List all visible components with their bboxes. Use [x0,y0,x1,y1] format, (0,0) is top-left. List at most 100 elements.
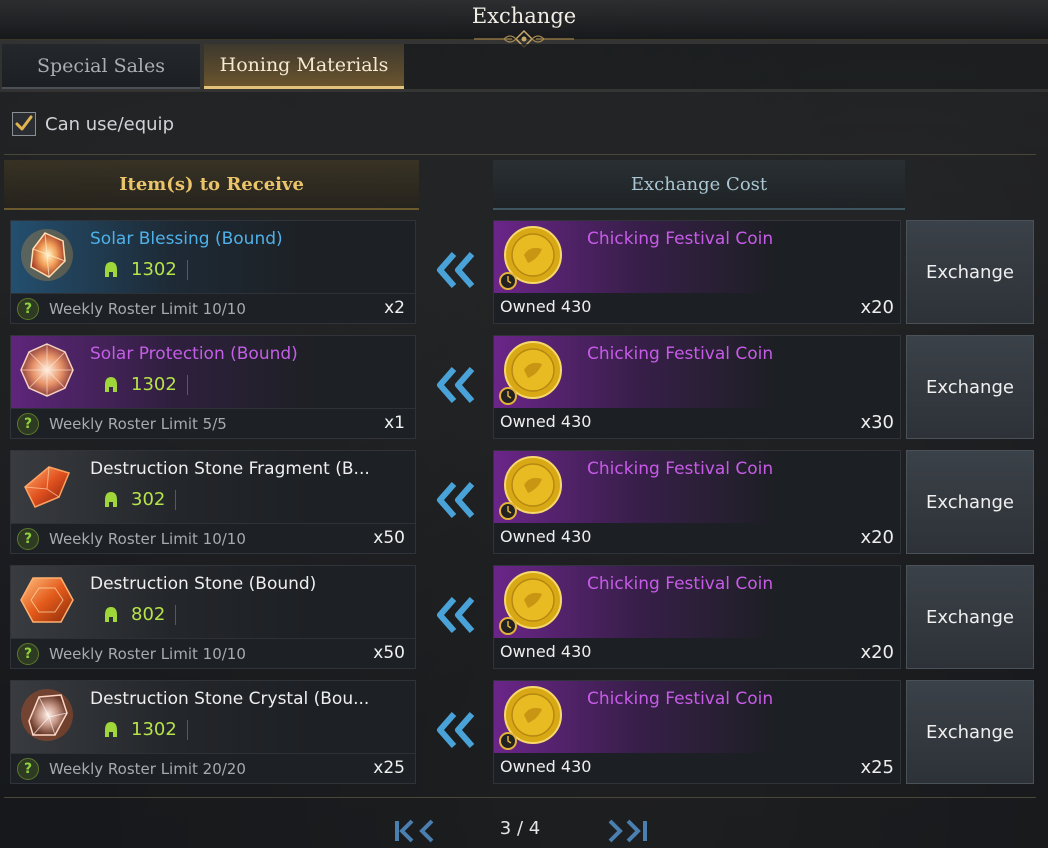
exchange-button[interactable]: Exchange [906,220,1034,324]
window-title: Exchange [471,4,577,28]
exchange-row: Destruction Stone Fragment (B... 302 ? W… [0,450,1048,554]
divider-top [4,154,1036,155]
receive-quantity: x1 [384,413,405,433]
divider-bottom [4,797,1036,798]
weekly-roster-limit: Weekly Roster Limit 10/10 [49,645,246,663]
exchange-cost-card: Chicking Festival Coin Owned 430 x25 [493,680,901,784]
title-bar: Exchange [0,0,1048,48]
item-level: 1302 [103,719,188,740]
item-level: 1302 [103,259,188,280]
cost-quantity: x20 [860,642,894,663]
item-level-value: 1302 [131,259,177,280]
receive-quantity: x25 [373,758,405,778]
weekly-roster-limit: Weekly Roster Limit 10/10 [49,530,246,548]
cost-item-name: Chicking Festival Coin [587,689,774,709]
can-use-checkbox[interactable] [12,112,36,136]
cost-quantity: x20 [860,297,894,318]
chicking-festival-coin-icon [499,341,562,405]
header-exchange-cost: Exchange Cost [493,160,905,210]
item-name: Destruction Stone Fragment (B... [90,459,370,479]
exchange-button[interactable]: Exchange [906,680,1034,784]
owned-count: Owned 430 [500,642,592,661]
chicking-festival-coin-icon [499,571,562,635]
tab-honing-materials[interactable]: Honing Materials [204,44,404,89]
receive-quantity: x50 [373,643,405,663]
cost-item-name: Chicking Festival Coin [587,229,774,249]
weekly-roster-limit: Weekly Roster Limit 10/10 [49,300,246,318]
tab-special-sales[interactable]: Special Sales [2,44,200,89]
item-level: 1302 [103,374,188,395]
double-chevron-left-icon [437,252,475,288]
exchange-row: Destruction Stone Crystal (Bou... 1302 ?… [0,680,1048,784]
cost-quantity: x30 [860,412,894,433]
last-page-icon[interactable] [604,818,648,844]
help-icon[interactable]: ? [17,413,39,435]
cost-item-name: Chicking Festival Coin [587,459,774,479]
weekly-roster-limit: Weekly Roster Limit 20/20 [49,760,246,778]
owned-count: Owned 430 [500,297,592,316]
exchange-cost-card: Chicking Festival Coin Owned 430 x20 [493,450,901,554]
owned-count: Owned 430 [500,757,592,776]
pagination: 3 / 4 [0,812,1048,848]
cost-item-name: Chicking Festival Coin [587,344,774,364]
helmet-icon [105,721,117,737]
chicking-festival-coin-icon [499,226,562,290]
item-level: 302 [103,489,177,510]
item-level-value: 802 [131,604,166,625]
item-name: Solar Blessing (Bound) [90,229,283,249]
item-name: Destruction Stone Crystal (Bou... [90,689,370,709]
exchange-cost-card: Chicking Festival Coin Owned 430 x20 [493,220,901,324]
helmet-icon [105,261,117,277]
exchange-button[interactable]: Exchange [906,450,1034,554]
receive-item-card: Destruction Stone Crystal (Bou... 1302 ?… [10,680,416,784]
item-level-value: 1302 [131,719,177,740]
owned-count: Owned 430 [500,412,592,431]
exchange-row: Destruction Stone (Bound) 802 ? Weekly R… [0,565,1048,669]
checkmark-icon [15,115,33,131]
receive-quantity: x50 [373,528,405,548]
helmet-icon [105,491,117,507]
can-use-filter[interactable]: Can use/equip [12,112,174,136]
help-icon[interactable]: ? [17,758,39,780]
cost-quantity: x25 [860,757,894,778]
receive-item-card: Destruction Stone Fragment (B... 302 ? W… [10,450,416,554]
item-level-value: 1302 [131,374,177,395]
item-name: Destruction Stone (Bound) [90,574,317,594]
help-icon[interactable]: ? [17,298,39,320]
cost-item-name: Chicking Festival Coin [587,574,774,594]
destruction-stone-fragment-icon [24,466,71,508]
owned-count: Owned 430 [500,527,592,546]
header-items-to-receive: Item(s) to Receive [4,160,419,210]
help-icon[interactable]: ? [17,643,39,665]
receive-quantity: x2 [384,298,405,318]
exchange-button[interactable]: Exchange [906,565,1034,669]
tab-bar-filler [404,44,1048,89]
solar-blessing-icon [21,229,73,281]
exchange-row: Solar Blessing (Bound) 1302 ? Weekly Ros… [0,220,1048,324]
solar-protection-icon [20,343,74,397]
double-chevron-left-icon [437,482,475,518]
tab-bar: Special Sales Honing Materials [0,44,1048,90]
receive-item-card: Solar Protection (Bound) 1302 ? Weekly R… [10,335,416,439]
item-level-value: 302 [131,489,166,510]
help-icon[interactable]: ? [17,528,39,550]
receive-item-card: Solar Blessing (Bound) 1302 ? Weekly Ros… [10,220,416,324]
double-chevron-left-icon [437,712,475,748]
exchange-button[interactable]: Exchange [906,335,1034,439]
double-chevron-left-icon [437,597,475,633]
chicking-festival-coin-icon [499,686,562,750]
helmet-icon [105,376,117,392]
double-chevron-left-icon [437,367,475,403]
helmet-icon [105,606,117,622]
destruction-stone-crystal-icon [21,689,73,741]
exchange-row: Solar Protection (Bound) 1302 ? Weekly R… [0,335,1048,439]
receive-item-card: Destruction Stone (Bound) 802 ? Weekly R… [10,565,416,669]
first-page-icon[interactable] [394,818,438,844]
destruction-stone-icon [20,577,74,623]
chicking-festival-coin-icon [499,456,562,520]
weekly-roster-limit: Weekly Roster Limit 5/5 [49,415,227,433]
page-indicator: 3 / 4 [499,818,541,839]
item-name: Solar Protection (Bound) [90,344,298,364]
can-use-label: Can use/equip [45,113,174,135]
item-level: 802 [103,604,177,625]
